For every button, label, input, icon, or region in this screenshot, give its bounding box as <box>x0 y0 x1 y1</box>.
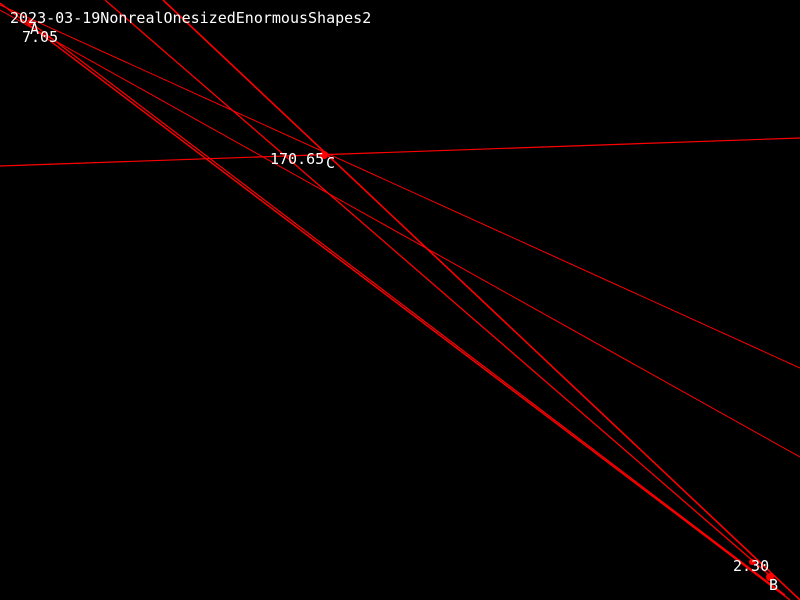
lines-layer <box>0 0 800 600</box>
line-a-to-b-inner <box>29 21 786 596</box>
point-c-value: 170.65 <box>270 150 325 168</box>
line-top-to-b <box>104 0 776 581</box>
line-top-to-b-steep <box>162 0 800 600</box>
point-c-label: C <box>326 154 336 172</box>
line-a-to-b-outer <box>0 2 791 600</box>
line-a-through-c <box>0 4 800 369</box>
diagram-title: 2023-03-19NonrealOnesizedEnormousShapes2 <box>10 9 372 27</box>
point-b-value: 2.30 <box>733 557 770 575</box>
point-b-label: B <box>769 576 779 594</box>
line-through-c-horizontal <box>0 137 800 167</box>
line-a-to-right <box>0 9 800 458</box>
point-a-value: 7.05 <box>22 28 59 46</box>
diagram-canvas: 2023-03-19NonrealOnesizedEnormousShapes2… <box>0 0 800 600</box>
